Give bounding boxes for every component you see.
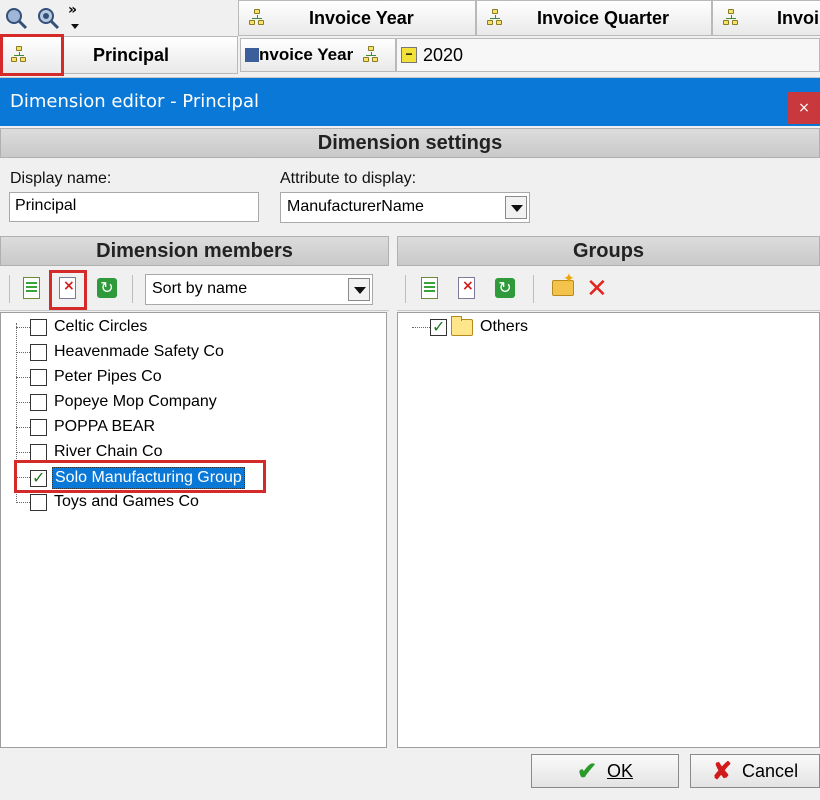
column-header-label: Invoice Year <box>309 7 414 28</box>
members-tree: Celtic Circles Heavenmade Safety Co Pete… <box>0 312 387 748</box>
hierarchy-icon <box>487 9 503 27</box>
groups-toolbar: ↻ ✕ <box>397 267 820 311</box>
folder-icon <box>451 315 473 336</box>
display-name-label: Display name: <box>10 170 112 187</box>
cancel-x-icon: ✘ <box>711 757 733 785</box>
refresh-button[interactable]: ↻ <box>94 275 120 303</box>
collapse-chevron-icon[interactable]: » <box>68 2 77 18</box>
check-icon: ✔ <box>576 757 598 785</box>
highlight-box-delete <box>49 270 87 310</box>
member-checkbox[interactable] <box>30 493 47 511</box>
column-header-invoice[interactable]: Invoi <box>712 0 820 36</box>
attribute-select[interactable]: ManufacturerName <box>280 192 530 223</box>
cancel-label: Cancel <box>742 760 799 781</box>
member-label: POPPA BEAR <box>54 418 156 435</box>
new-doc-icon <box>23 277 40 299</box>
member-label: Popeye Mop Company <box>54 393 217 410</box>
list-item[interactable]: Popeye Mop Company <box>30 391 219 413</box>
refresh-groups-button[interactable]: ↻ <box>492 275 518 303</box>
hierarchy-icon <box>363 46 379 64</box>
hierarchy-icon <box>723 9 739 27</box>
sort-select[interactable]: Sort by name <box>145 274 373 305</box>
member-label: River Chain Co <box>54 443 163 460</box>
member-label: Celtic Circles <box>54 318 148 335</box>
settings-magnifier-icon[interactable] <box>36 6 62 30</box>
column-header-invoice-quarter[interactable]: Invoice Quarter <box>476 0 712 36</box>
ok-label: OK <box>607 760 634 781</box>
delete-group-button[interactable]: ✕ <box>584 275 610 303</box>
dimension-editor-dialog: Dimension editor - Principal × Dimension… <box>0 78 820 800</box>
member-checkbox[interactable] <box>30 418 47 436</box>
row-header-label: Principal <box>93 44 170 65</box>
members-section-header: Dimension members <box>0 236 389 266</box>
delete-group-doc-button[interactable] <box>454 275 480 303</box>
groups-tree: Others <box>397 312 820 748</box>
ok-button[interactable]: ✔ OK <box>531 754 679 788</box>
new-doc-button[interactable] <box>19 275 45 303</box>
field-icon <box>245 48 259 62</box>
new-folder-button[interactable] <box>549 271 575 303</box>
member-label: Peter Pipes Co <box>54 368 162 385</box>
refresh-icon: ↻ <box>97 278 117 298</box>
attribute-label: Attribute to display: <box>280 170 417 187</box>
list-item[interactable]: Celtic Circles <box>30 316 149 338</box>
new-group-button[interactable] <box>417 275 443 303</box>
cancel-button[interactable]: ✘ Cancel <box>690 754 820 788</box>
group-label: Others <box>480 318 529 335</box>
member-checkbox[interactable] <box>30 343 47 361</box>
list-item[interactable]: Peter Pipes Co <box>30 366 164 388</box>
chevron-down-icon[interactable] <box>348 278 370 301</box>
list-item[interactable]: POPPA BEAR <box>30 416 157 438</box>
member-checkbox[interactable] <box>30 443 47 461</box>
pivot-grid: » Invoice Year Invoice Quarter Invoi Pri… <box>0 0 820 78</box>
list-item[interactable]: Heavenmade Safety Co <box>30 341 226 363</box>
refresh-icon: ↻ <box>495 278 515 298</box>
column-header-label: Invoice Quarter <box>537 7 670 28</box>
list-item[interactable]: Toys and Games Co <box>30 491 201 513</box>
year-value: 2020 <box>423 44 464 65</box>
delete-doc-icon <box>458 277 475 299</box>
member-checkbox[interactable] <box>30 393 47 411</box>
hierarchy-icon <box>249 9 265 27</box>
dialog-title: Dimension editor - Principal <box>10 91 260 112</box>
sort-select-value: Sort by name <box>152 280 248 297</box>
member-label: Toys and Games Co <box>54 493 199 510</box>
column-header-label: Invoi <box>777 7 820 28</box>
settings-section-header: Dimension settings <box>0 128 820 158</box>
highlight-box-selected-member <box>14 460 266 493</box>
new-doc-icon <box>421 277 438 299</box>
display-name-input[interactable]: Principal <box>9 192 259 222</box>
member-label: Heavenmade Safety Co <box>54 343 224 360</box>
highlight-box-principal-icon <box>0 34 64 76</box>
group-checkbox-checked[interactable] <box>430 317 447 336</box>
groups-section-header: Groups <box>397 236 820 266</box>
dialog-titlebar[interactable]: Dimension editor - Principal <box>0 78 820 126</box>
members-toolbar: ↻ Sort by name <box>0 267 389 311</box>
magnifier-icon[interactable] <box>4 6 28 30</box>
new-folder-icon <box>552 271 575 296</box>
attribute-select-value: ManufacturerName <box>287 198 424 215</box>
sub-header-label: nvoice Year <box>259 45 354 64</box>
chevron-down-icon[interactable] <box>505 196 527 219</box>
group-item-others[interactable]: Others <box>430 315 530 338</box>
sub-header-invoice-year[interactable]: nvoice Year <box>240 38 396 72</box>
dropdown-arrow-icon[interactable] <box>71 24 79 29</box>
member-checkbox[interactable] <box>30 368 47 386</box>
member-checkbox[interactable] <box>30 318 47 336</box>
close-button[interactable]: × <box>788 92 820 124</box>
year-2020-cell[interactable]: − 2020 <box>396 38 820 72</box>
collapse-minus-icon[interactable]: − <box>401 47 417 63</box>
delete-icon: ✕ <box>586 274 608 304</box>
column-header-invoice-year[interactable]: Invoice Year <box>238 0 476 36</box>
